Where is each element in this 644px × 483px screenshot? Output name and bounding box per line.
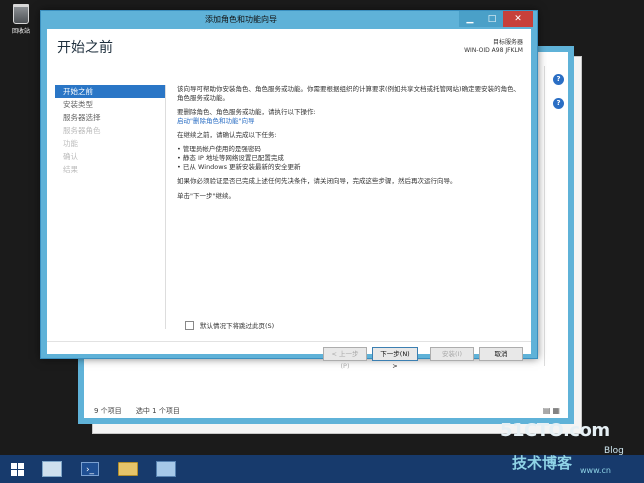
nav-item-server-roles: 服务器角色 [63,126,101,135]
prerequisite-list: 管理员帐户使用的是强密码 静态 IP 地址等网络设置已配置完成 已从 Windo… [177,145,525,172]
destination-server: 目标服务器 WIN-OID A98 JFKLM [464,39,523,55]
start-button[interactable] [0,455,34,483]
watermark-site: 51CTO.com [500,420,610,441]
taskbar-server-manager[interactable] [34,455,70,483]
next-button[interactable]: 下一步(N) > [372,347,418,370]
skip-page-option[interactable]: 默认情况下将跳过此页(S) [185,320,274,330]
nav-item-installation-type[interactable]: 安装类型 [55,98,165,111]
taskbar-powershell[interactable]: ›_ [72,455,108,483]
verify-text: 在继续之前，请确认完成以下任务: [177,131,277,139]
windows-logo-icon [10,462,24,476]
wizard-client-area: 开始之前 目标服务器 WIN-OID A98 JFKLM 开始之前 安装类型 服… [47,29,531,370]
server-app-icon [156,461,176,477]
remove-instructions: 要删除角色、角色服务或功能，请执行以下操作: [177,108,316,116]
skip-page-label: 默认情况下将跳过此页(S) [200,322,275,330]
add-roles-wizard-window: 添加角色和功能向导 ▁ □ ✕ 开始之前 目标服务器 WIN-OID A98 J… [40,10,538,370]
nav-item-confirmation: 确认 [63,152,78,161]
continue-instruction: 单击"下一步"继续。 [177,192,235,200]
cancel-button[interactable]: 取消 [479,347,523,361]
nav-item-before-you-begin[interactable]: 开始之前 [55,85,165,98]
skip-page-checkbox[interactable] [185,320,194,330]
nav-item-features: 功能 [63,139,78,148]
recycle-bin-icon [13,4,29,24]
help-icon[interactable]: ? [553,74,564,85]
watermark-tagline: 技术博客 [512,454,573,472]
folder-icon [118,462,138,476]
wizard-nav: 开始之前 安装类型 服务器选择 服务器角色 功能 确认 结果 [55,85,165,176]
window-title: 添加角色和功能向导 [205,15,277,24]
status-bar: 9 个项目 选中 1 个项目 [94,406,192,416]
taskbar-file-explorer[interactable] [110,455,146,483]
watermark-blog: Blog [604,446,624,456]
powershell-icon: ›_ [81,462,99,476]
intro-text: 该向导可帮助你安装角色、角色服务或功能。你需要根据组织的计算要求(例如共享文档或… [177,85,521,102]
status-item-count: 9 个项目 [94,407,122,415]
wizard-buttons: < 上一步(P) 下一步(N) > 安装(I) 取消 [318,347,523,370]
list-item: 管理员帐户使用的是强密码 [177,145,525,154]
wizard-header: 开始之前 目标服务器 WIN-OID A98 JFKLM [47,29,531,67]
page-title: 开始之前 [57,40,113,56]
destination-server-label: 目标服务器 [492,39,523,46]
previous-button[interactable]: < 上一步(P) [323,347,367,370]
status-selected-count: 选中 1 个项目 [135,407,180,415]
install-button[interactable]: 安装(I) [430,347,474,361]
window-controls: ▁ □ ✕ [459,11,533,27]
nav-item-server-selection[interactable]: 服务器选择 [55,111,165,124]
minimize-button[interactable]: ▁ [459,11,481,27]
maximize-button[interactable]: □ [481,11,503,27]
list-item: 已从 Windows 更新安装最新的安全更新 [177,163,525,172]
view-mode-icons[interactable]: ▤▦ [543,406,562,415]
list-item: 静态 IP 地址等网络设置已配置完成 [177,154,525,163]
prerequisite-note: 如果你必须验证是否已完成上述任何先决条件，请关闭向导，完成这些步骤，然后再次运行… [177,177,457,185]
footer-divider [47,341,531,342]
remove-roles-link[interactable]: 启动"删除角色和功能"向导 [177,117,254,125]
server-manager-icon [42,461,62,477]
help-icon[interactable]: ? [553,98,564,109]
recycle-bin-shortcut[interactable]: 回收站 [6,4,36,35]
background-window-sidepane: ? ? [544,66,568,366]
nav-divider [165,85,166,329]
recycle-bin-label: 回收站 [11,28,30,35]
taskbar-server-app[interactable] [148,455,184,483]
title-bar[interactable]: 添加角色和功能向导 ▁ □ ✕ [41,11,537,29]
watermark-url: www.cn [580,466,611,475]
wizard-content: 该向导可帮助你安装角色、角色服务或功能。你需要根据组织的计算要求(例如共享文档或… [177,85,525,206]
close-button[interactable]: ✕ [503,11,533,27]
nav-item-results: 结果 [63,165,78,174]
destination-server-name: WIN-OID A98 JFKLM [464,47,523,54]
